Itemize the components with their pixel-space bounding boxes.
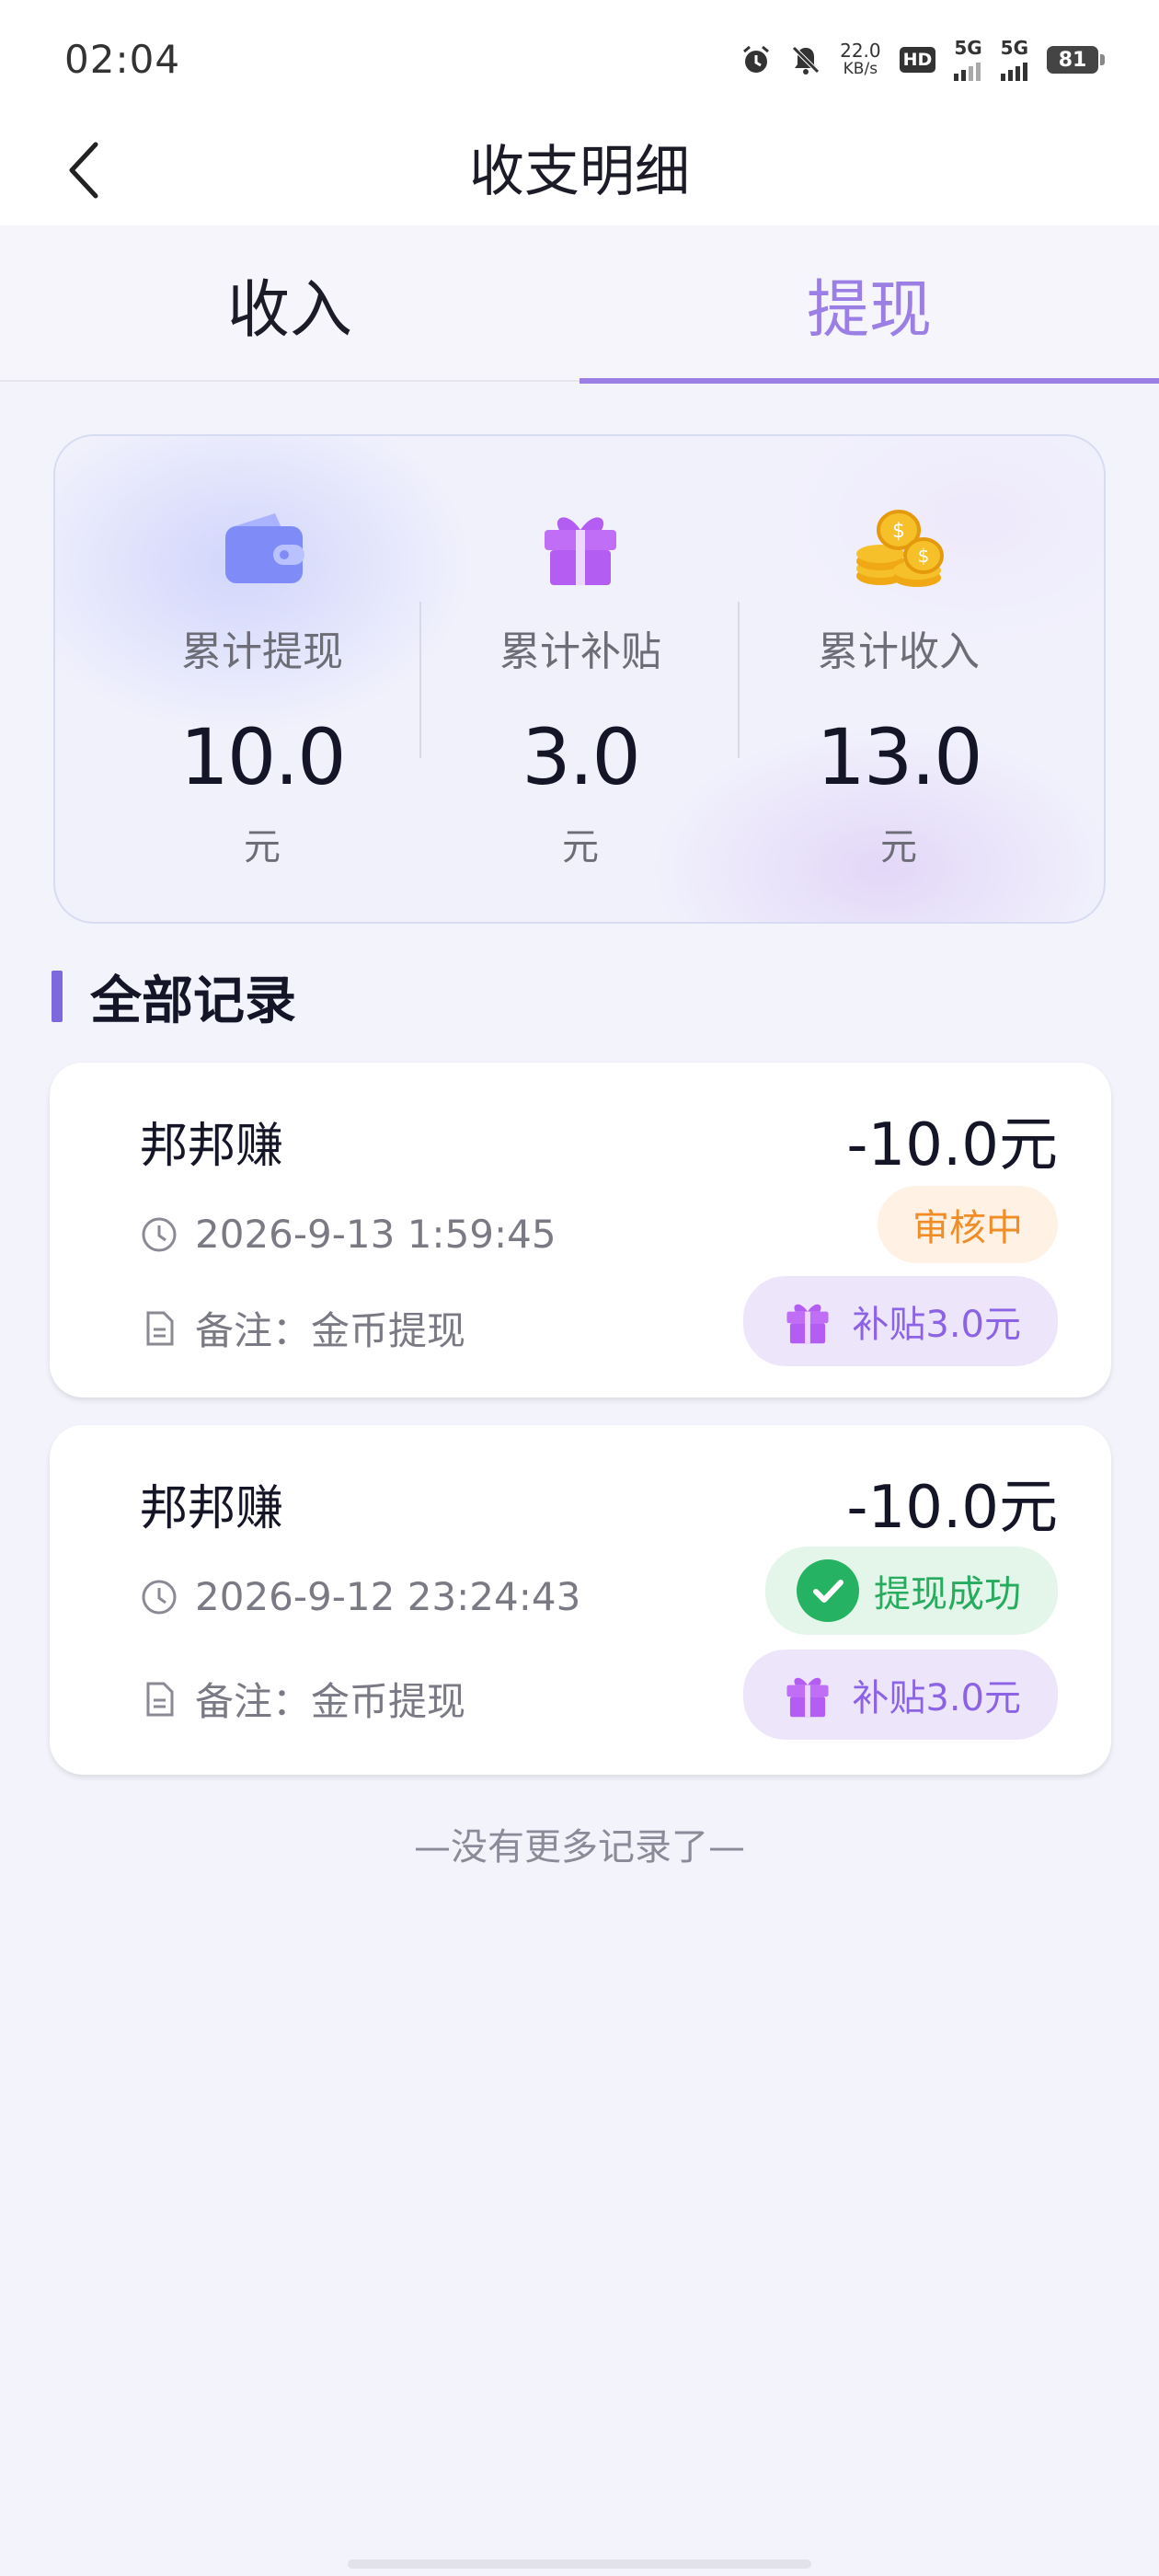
- alarm-icon: [740, 44, 772, 75]
- summary-card: 累计提现 10.0 元 累计补贴 3.0 元 $ $ 累计收入 13.0 元: [53, 434, 1106, 924]
- subsidy-badge: 补贴3.0元: [743, 1276, 1058, 1366]
- svg-text:$: $: [892, 520, 905, 543]
- record-card[interactable]: 邦邦赚 -10.0元 2026-9-13 1:59:45 备注：金币提现 审核中…: [50, 1063, 1111, 1397]
- document-icon: [146, 1682, 174, 1716]
- section-title: 全部记录: [52, 966, 296, 1031]
- stat-value: 10.0: [179, 712, 346, 802]
- stat-label: 累计收入: [818, 628, 980, 675]
- battery-level: 81: [1058, 48, 1087, 72]
- record-time: 2026-9-12 23:24:43: [140, 1574, 580, 1619]
- stat-unit: 元: [880, 826, 917, 868]
- record-time: 2026-9-13 1:59:45: [140, 1212, 557, 1257]
- stat-total-income: $ $ 累计收入 13.0 元: [740, 436, 1058, 922]
- home-indicator[interactable]: [348, 2559, 811, 2569]
- chevron-left-icon: [69, 142, 98, 199]
- hd-label: HD: [902, 50, 933, 70]
- hd-icon: HD: [899, 47, 936, 73]
- clock-icon: [142, 1580, 177, 1614]
- gift-icon: [545, 517, 616, 585]
- section-accent-bar: [52, 971, 63, 1022]
- status-bar: 02:04 22.0 KB/s HD 5G 5G 81: [0, 0, 1159, 120]
- record-amount: -10.0元: [846, 1111, 1058, 1179]
- status-badge-success: 提现成功: [765, 1547, 1058, 1635]
- record-amount: -10.0元: [846, 1474, 1058, 1542]
- stat-value: 13.0: [816, 712, 982, 802]
- back-button[interactable]: [55, 129, 110, 212]
- record-note: 备注：金币提现: [140, 1671, 465, 1727]
- document-icon: [146, 1311, 174, 1345]
- gift-icon: [786, 1304, 829, 1344]
- net-speed: 22.0 KB/s: [840, 41, 881, 78]
- no-more-records: —没有更多记录了—: [414, 1826, 745, 1869]
- signal-icon: 5G: [1000, 37, 1028, 81]
- status-icons: 22.0 KB/s HD 5G 5G 81: [740, 37, 1105, 81]
- stat-total-withdraw: 累计提现 10.0 元: [103, 436, 421, 922]
- status-time: 02:04: [64, 37, 181, 82]
- record-time-text: 2026-9-13 1:59:45: [195, 1212, 557, 1257]
- section-title-text: 全部记录: [90, 971, 296, 1031]
- status-badge-pending: 审核中: [878, 1186, 1058, 1263]
- record-card[interactable]: 邦邦赚 -10.0元 2026-9-12 23:24:43 备注：金币提现 提现…: [50, 1425, 1111, 1775]
- signal-icon: 5G: [954, 37, 982, 81]
- stat-label: 累计提现: [181, 628, 343, 675]
- record-time-text: 2026-9-12 23:24:43: [195, 1574, 581, 1619]
- record-note-text: 备注：金币提现: [195, 1679, 466, 1724]
- header: 收支明细: [0, 120, 1159, 225]
- record-name: 邦邦赚: [140, 1481, 284, 1536]
- gift-icon: [786, 1677, 829, 1718]
- tab-withdraw[interactable]: 提现: [580, 225, 1159, 384]
- net-speed-value: 22.0: [840, 40, 881, 62]
- stat-value: 3.0: [522, 712, 641, 802]
- tab-bar: 收入 提现: [0, 225, 1159, 384]
- coins-icon: $ $: [856, 510, 944, 587]
- sim2-label: 5G: [1000, 37, 1028, 59]
- status-text: 提现成功: [874, 1573, 1021, 1616]
- stat-label: 累计补贴: [499, 628, 661, 675]
- battery-icon: 81: [1047, 46, 1105, 74]
- subsidy-text: 补贴3.0元: [852, 1677, 1021, 1719]
- record-name: 邦邦赚: [140, 1119, 284, 1174]
- tab-income[interactable]: 收入: [0, 225, 580, 382]
- status-text: 审核中: [912, 1207, 1023, 1249]
- stat-total-subsidy: 累计补贴 3.0 元: [421, 436, 740, 922]
- stat-unit: 元: [562, 826, 599, 868]
- record-note: 备注：金币提现: [140, 1300, 465, 1356]
- record-note-text: 备注：金币提现: [195, 1308, 466, 1353]
- wallet-icon: [225, 513, 304, 583]
- page-title: 收支明细: [469, 140, 690, 204]
- sim1-label: 5G: [954, 37, 982, 59]
- svg-text:$: $: [918, 545, 930, 567]
- mute-icon: [790, 44, 821, 75]
- check-icon: [797, 1559, 859, 1622]
- subsidy-text: 补贴3.0元: [852, 1304, 1021, 1346]
- net-speed-unit: KB/s: [843, 60, 878, 78]
- subsidy-badge: 补贴3.0元: [743, 1650, 1058, 1740]
- clock-icon: [142, 1217, 177, 1251]
- stat-unit: 元: [244, 826, 281, 868]
